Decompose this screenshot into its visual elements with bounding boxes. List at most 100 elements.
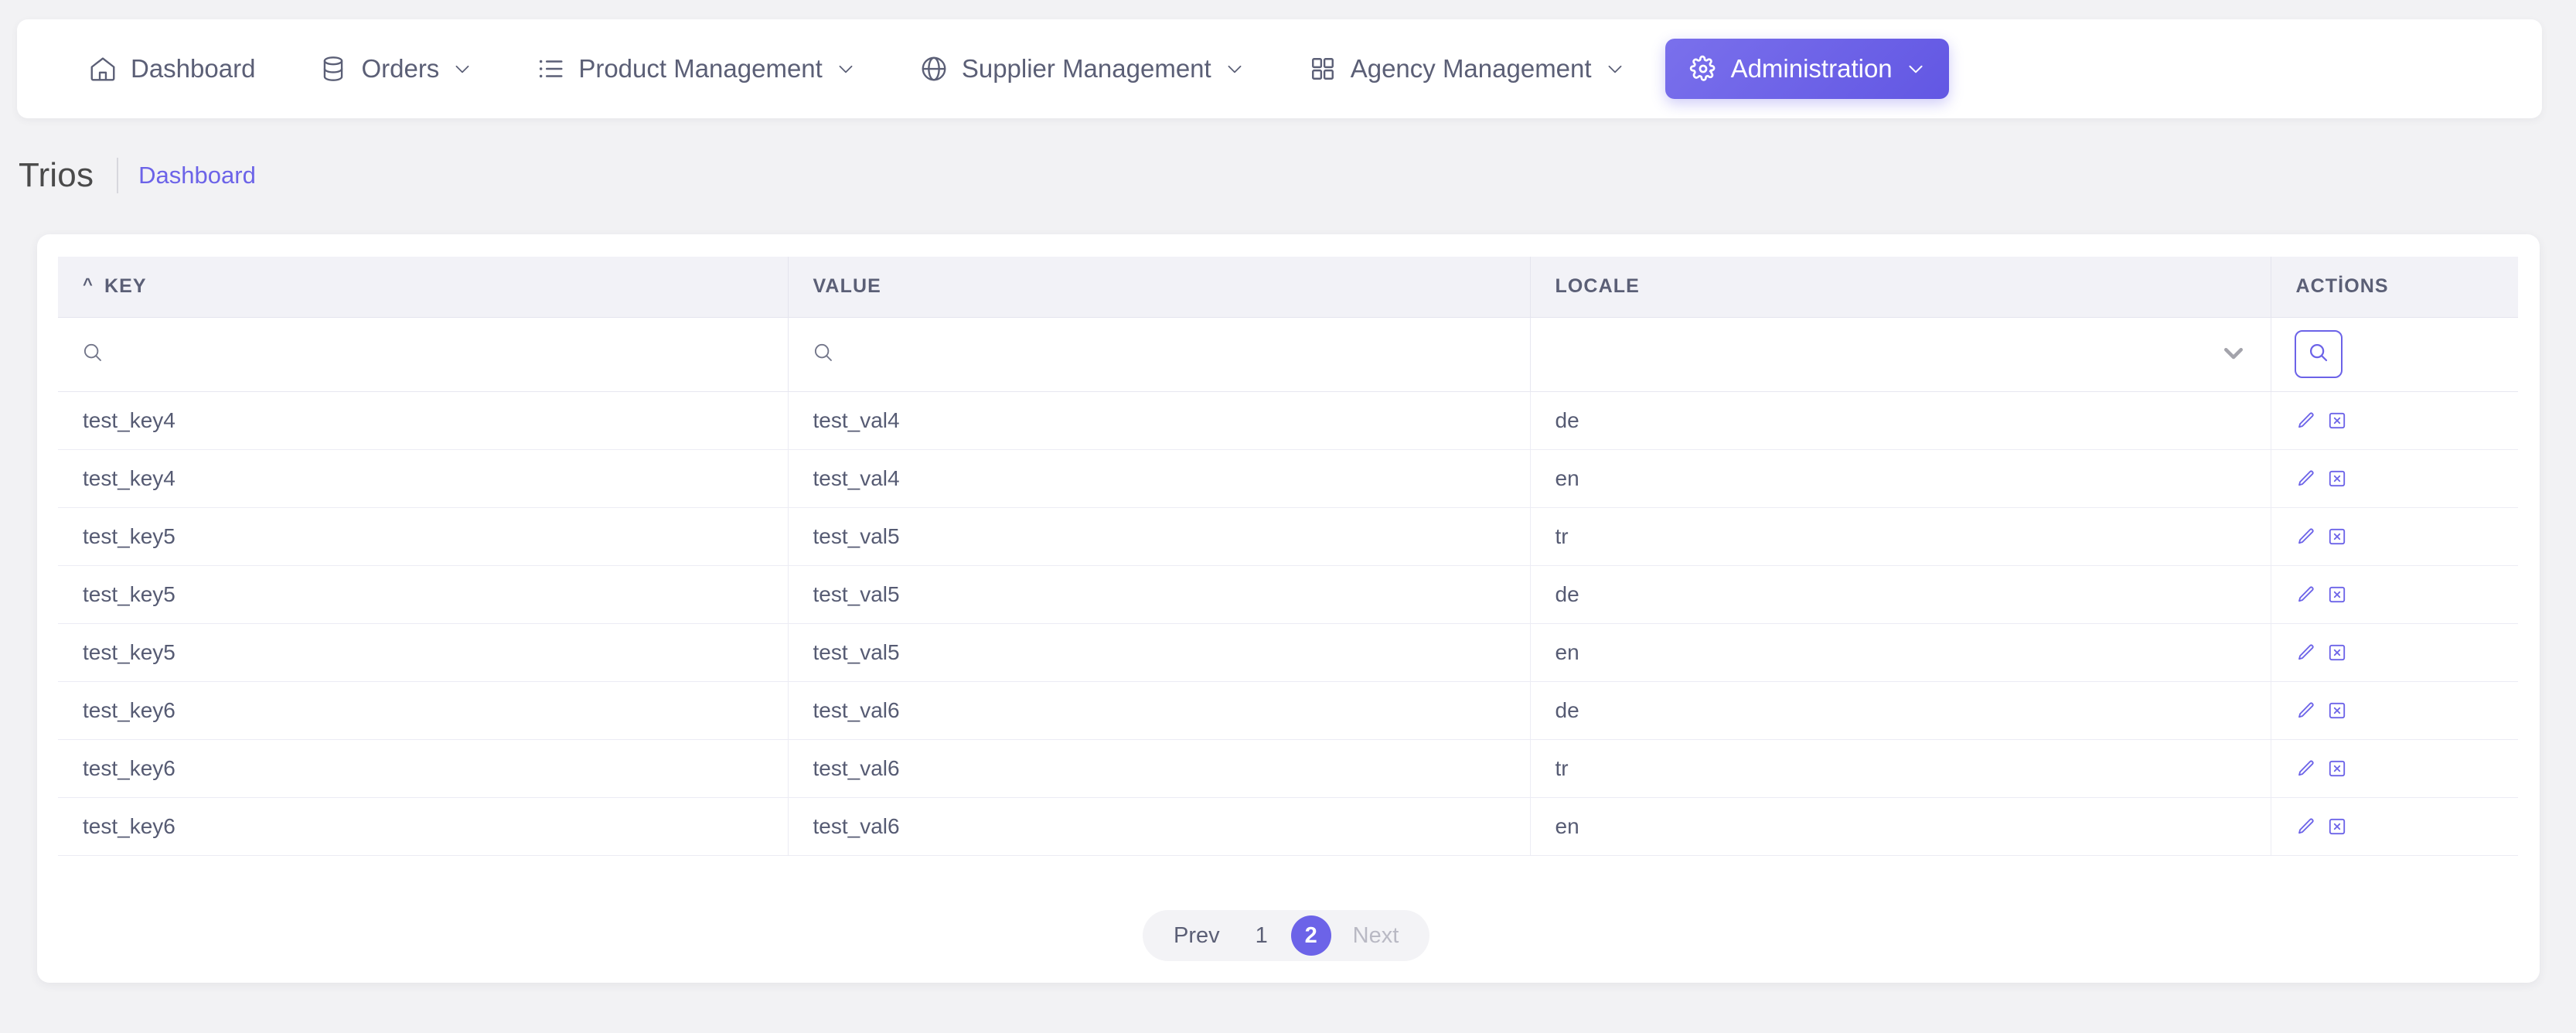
nav-item-orders[interactable]: Orders bbox=[295, 39, 496, 99]
pagination: Prev 1 2 Next bbox=[1143, 910, 1430, 961]
nav-label: Administration bbox=[1730, 54, 1893, 83]
table-row[interactable]: test_key5 test_val5 tr bbox=[58, 507, 2518, 566]
cell-actions bbox=[2270, 623, 2518, 682]
breadcrumb-dashboard-link[interactable]: Dashboard bbox=[138, 162, 256, 189]
cell-actions bbox=[2270, 565, 2518, 624]
pagination-page-1[interactable]: 1 bbox=[1242, 915, 1282, 956]
pagination-next[interactable]: Next bbox=[1341, 915, 1412, 956]
cell-value: test_val5 bbox=[787, 623, 1530, 682]
cell-key: test_key5 bbox=[58, 623, 788, 682]
chevron-down-icon bbox=[836, 59, 856, 79]
column-header-locale[interactable]: LOCALE bbox=[1529, 257, 2271, 318]
nav-item-dashboard[interactable]: Dashboard bbox=[65, 39, 278, 99]
cell-value: test_val6 bbox=[787, 797, 1530, 856]
cell-actions bbox=[2270, 797, 2518, 856]
delete-x-icon[interactable] bbox=[2327, 411, 2347, 431]
cell-actions bbox=[2270, 449, 2518, 508]
gear-icon bbox=[1688, 54, 1718, 84]
cell-actions bbox=[2270, 391, 2518, 450]
chevron-down-icon bbox=[2220, 339, 2247, 370]
nav-item-administration[interactable]: Administration bbox=[1665, 39, 1949, 99]
edit-pencil-icon[interactable] bbox=[2296, 759, 2316, 779]
column-header-actions: ACTİONS bbox=[2270, 257, 2518, 318]
table-row[interactable]: test_key6 test_val6 tr bbox=[58, 739, 2518, 798]
chevron-down-icon bbox=[1225, 59, 1245, 79]
edit-pencil-icon[interactable] bbox=[2296, 701, 2316, 721]
cell-value: test_val5 bbox=[787, 507, 1530, 566]
pagination-page-2[interactable]: 2 bbox=[1290, 915, 1331, 956]
list-icon bbox=[536, 54, 565, 84]
filter-cell-value bbox=[787, 317, 1530, 392]
table-row[interactable]: test_key5 test_val5 en bbox=[58, 623, 2518, 682]
cell-key: test_key6 bbox=[58, 739, 788, 798]
table-row[interactable]: test_key4 test_val4 en bbox=[58, 449, 2518, 508]
nav-item-product-management[interactable]: Product Management bbox=[513, 39, 879, 99]
table-row[interactable]: test_key6 test_val6 de bbox=[58, 681, 2518, 740]
edit-pencil-icon[interactable] bbox=[2296, 411, 2316, 431]
table-head: ^ KEY VALUE LOCALE ACTİONS bbox=[58, 257, 2518, 318]
delete-x-icon[interactable] bbox=[2327, 759, 2347, 779]
pagination-prev[interactable]: Prev bbox=[1161, 915, 1232, 956]
nav-label: Product Management bbox=[578, 54, 823, 83]
value-filter-input[interactable] bbox=[812, 318, 1507, 391]
delete-x-icon[interactable] bbox=[2327, 643, 2347, 663]
cell-locale: tr bbox=[1529, 739, 2271, 798]
filter-cell-locale bbox=[1529, 317, 2271, 392]
delete-x-icon[interactable] bbox=[2327, 527, 2347, 547]
locale-filter-select[interactable] bbox=[1554, 318, 2247, 391]
cell-actions bbox=[2270, 739, 2518, 798]
main-navbar: Dashboard Orders Product Management Supp… bbox=[17, 19, 2542, 118]
cell-actions bbox=[2270, 681, 2518, 740]
delete-x-icon[interactable] bbox=[2327, 817, 2347, 837]
home-icon bbox=[88, 54, 118, 84]
cell-key: test_key5 bbox=[58, 507, 788, 566]
column-label: ACTİONS bbox=[2295, 275, 2389, 298]
edit-pencil-icon[interactable] bbox=[2296, 527, 2316, 547]
page-title: Trios bbox=[19, 156, 94, 194]
cell-locale: de bbox=[1529, 681, 2271, 740]
nav-item-agency-management[interactable]: Agency Management bbox=[1285, 39, 1648, 99]
cell-locale: tr bbox=[1529, 507, 2271, 566]
sort-asc-icon: ^ bbox=[83, 274, 94, 295]
cell-locale: en bbox=[1529, 797, 2271, 856]
edit-pencil-icon[interactable] bbox=[2296, 585, 2316, 605]
key-filter-input[interactable] bbox=[81, 318, 765, 391]
search-button[interactable] bbox=[2294, 330, 2343, 378]
cell-value: test_val4 bbox=[787, 391, 1530, 450]
cell-value: test_val5 bbox=[787, 565, 1530, 624]
table-row[interactable]: test_key6 test_val6 en bbox=[58, 797, 2518, 856]
cell-key: test_key6 bbox=[58, 797, 788, 856]
table-row[interactable]: test_key4 test_val4 de bbox=[58, 391, 2518, 450]
delete-x-icon[interactable] bbox=[2327, 585, 2347, 605]
cell-value: test_val6 bbox=[787, 681, 1530, 740]
search-icon bbox=[812, 341, 835, 368]
nav-label: Agency Management bbox=[1350, 54, 1592, 83]
column-label: KEY bbox=[104, 275, 147, 298]
column-header-key[interactable]: ^ KEY bbox=[58, 257, 788, 318]
search-icon bbox=[81, 341, 104, 368]
table-row[interactable]: test_key5 test_val5 de bbox=[58, 565, 2518, 624]
table-body: test_key4 test_val4 de test_key4 test_val4 en… bbox=[58, 317, 2518, 856]
column-header-value[interactable]: VALUE bbox=[787, 257, 1530, 318]
cell-key: test_key5 bbox=[58, 565, 788, 624]
cell-key: test_key6 bbox=[58, 681, 788, 740]
database-icon bbox=[319, 54, 348, 84]
cell-value: test_val6 bbox=[787, 739, 1530, 798]
cell-locale: de bbox=[1529, 391, 2271, 450]
page-header: Trios Dashboard bbox=[19, 152, 256, 199]
edit-pencil-icon[interactable] bbox=[2296, 643, 2316, 663]
grid-icon bbox=[1308, 54, 1337, 84]
delete-x-icon[interactable] bbox=[2327, 469, 2347, 489]
delete-x-icon[interactable] bbox=[2327, 701, 2347, 721]
cell-locale: en bbox=[1529, 623, 2271, 682]
edit-pencil-icon[interactable] bbox=[2296, 469, 2316, 489]
cell-actions bbox=[2270, 507, 2518, 566]
chevron-down-icon bbox=[1605, 59, 1625, 79]
column-label: VALUE bbox=[813, 275, 881, 298]
cell-key: test_key4 bbox=[58, 391, 788, 450]
column-label: LOCALE bbox=[1555, 275, 1640, 298]
globe-icon bbox=[919, 54, 949, 84]
nav-item-supplier-management[interactable]: Supplier Management bbox=[896, 39, 1268, 99]
cell-value: test_val4 bbox=[787, 449, 1530, 508]
edit-pencil-icon[interactable] bbox=[2296, 817, 2316, 837]
